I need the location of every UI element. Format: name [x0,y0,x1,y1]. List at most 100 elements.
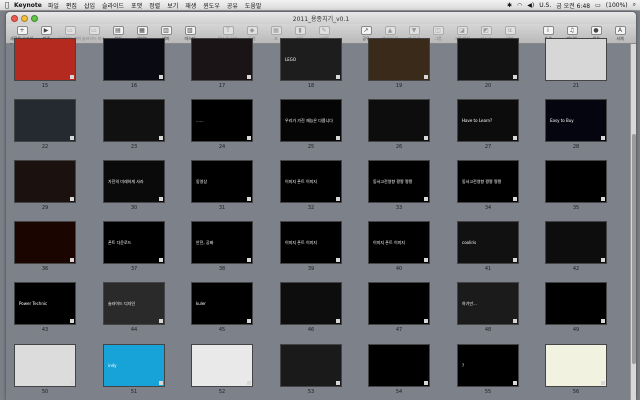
toolbar-middle-2-icon: ▦ [270,26,282,35]
slide-thumbnail-text: 하기만... [462,301,477,306]
slide-thumbnail[interactable]: 동서고전영향 짱짱 짱짱 [457,160,519,203]
slide-thumbnail[interactable] [368,282,430,325]
slide-thumbnail[interactable]: 우리가 가진 재능은 다릅니다 [280,99,342,142]
slide-thumbnail[interactable] [14,221,76,264]
slide-thumbnail[interactable]: 동영상 [191,160,253,203]
slide-thumbnail[interactable]: cooliris [457,221,519,264]
slide-corner-badge-icon [247,258,251,262]
toolbar-button-label: 서체 [616,36,624,41]
slide-thumbnail-text: 이미지 폰트 이미지 [285,240,317,245]
slide-thumbnail[interactable]: 하기만... [457,282,519,325]
toolbar-middle-1-icon: ◆ [246,26,258,35]
window-title: 2011_용종치기_v0.1 [292,15,350,23]
slide-thumbnail[interactable]: Easy to Buy [545,99,607,142]
slide-thumbnail[interactable] [280,282,342,325]
slide-number: 29 [41,205,49,211]
slide-thumbnail[interactable]: 안전, 공짜 [191,221,253,264]
volume-icon[interactable]: ◀) [527,2,534,9]
slide-thumbnail[interactable] [368,344,430,387]
slide-thumbnail[interactable]: 이미지 폰트 이미지 [280,160,342,203]
vertical-scrollbar[interactable] [630,44,636,400]
toolbar-arrange-2-icon: ▼ [408,26,420,35]
slide-corner-badge-icon [247,381,251,385]
slide-thumbnail[interactable] [457,38,519,81]
slide-corner-badge-icon [513,258,517,262]
slide-thumbnail[interactable] [368,99,430,142]
battery-icon[interactable]: ▭ [595,2,601,9]
menu-edit[interactable]: 편집 [66,1,77,10]
slide-thumbnail-text: 안전, 공짜 [196,240,214,245]
menu-share[interactable]: 공유 [227,1,238,10]
menu-bar:  Keynote 파일 편집 삽입 슬라이드 포맷 정렬 보기 재생 윈도우 … [0,0,640,11]
slide-thumbnail[interactable]: 이미지 폰트 이미지 [280,221,342,264]
slide-thumbnail[interactable] [14,38,76,81]
slide-number: 18 [307,83,315,89]
slide-thumbnail[interactable]: 폰트 다운로드 [103,221,165,264]
scrollbar-thumb[interactable] [632,134,636,364]
slide-number: 52 [218,389,226,395]
wifi-icon[interactable]: ◠ [517,2,522,9]
slide-thumbnail[interactable] [103,38,165,81]
toolbar-middle-0-icon: T [222,26,234,35]
menu-insert[interactable]: 삽입 [84,1,95,10]
slide-thumbnail-text: 이미지 폰트 이미지 [285,179,317,184]
spotlight-icon[interactable]: ⌕ [633,1,636,9]
slide-thumbnail[interactable]: Have to Learn? [457,99,519,142]
slide-thumbnail[interactable]: kuler [191,282,253,325]
toolbar-arrange-6-icon: α [504,26,516,35]
slide-thumbnail[interactable] [14,99,76,142]
slide-thumbnail-text: 이미지 폰트 이미지 [373,240,405,245]
slide-thumbnail[interactable]: 가진의 미래하게 사라 [103,160,165,203]
slide-number: 38 [218,266,226,272]
slide-thumbnail[interactable] [14,344,76,387]
battery-percent: (100%) [605,1,628,9]
toolbar-right-button-3[interactable]: A 서체 [608,26,632,42]
toolbar-left-3-icon: ▭ [88,26,100,35]
slide-thumbnail[interactable] [368,38,430,81]
slide-thumbnail[interactable]: ? [457,344,519,387]
slide-thumbnail[interactable] [14,160,76,203]
menu-file[interactable]: 파일 [48,1,59,10]
title-bar: 2011_용종치기_v0.1 [6,12,636,24]
slide-thumbnail[interactable] [545,160,607,203]
menu-view[interactable]: 보기 [167,1,178,10]
menu-play[interactable]: 재생 [185,1,196,10]
slide-thumbnail[interactable] [545,38,607,81]
slide-thumbnail[interactable]: 이미지 폰트 이미지 [368,221,430,264]
toolbar-left-1-icon: ▶ [40,26,52,35]
menu-slide[interactable]: 슬라이드 [102,1,124,10]
clock[interactable]: 금 오전 6:48 [556,1,590,10]
menu-arrange[interactable]: 정렬 [149,1,160,10]
slide-thumbnail[interactable]: ...... [191,99,253,142]
slide-number: 23 [130,144,138,150]
toolbar-arrange-3-icon: ◫ [432,26,444,35]
slide-corner-badge-icon [159,197,163,201]
slide-thumbnail[interactable]: 슬라이드 디자인 [103,282,165,325]
menu-window[interactable]: 윈도우 [203,1,220,10]
apple-menu-icon[interactable]:  [0,1,14,9]
slide-thumbnail[interactable]: LEGO [280,38,342,81]
slide-thumbnail-text: 동영상 [196,179,208,184]
slide-corner-badge-icon [336,381,340,385]
slide-thumbnail[interactable] [191,38,253,81]
app-menu[interactable]: Keynote [14,2,42,9]
slide-thumbnail[interactable] [545,344,607,387]
slide-thumbnail[interactable]: Power Technic [14,282,76,325]
slide-thumbnail[interactable]: 동서고전영향 짱짱 짱짱 [368,160,430,203]
slide-number: 31 [218,205,226,211]
slide-corner-badge-icon [247,197,251,201]
slide-thumbnail[interactable] [545,282,607,325]
slide-number: 36 [41,266,49,272]
slide-thumbnail[interactable] [103,99,165,142]
slide-thumbnail[interactable] [191,344,253,387]
bluetooth-icon[interactable]: ✱ [507,2,512,9]
slide-corner-badge-icon [424,381,428,385]
menu-help[interactable]: 도움말 [245,1,262,10]
menu-format[interactable]: 포맷 [131,1,142,10]
slide-corner-badge-icon [247,319,251,323]
input-source[interactable]: U.S. [539,2,551,9]
slide-thumbnail[interactable]: indy [103,344,165,387]
slide-thumbnail[interactable] [545,221,607,264]
slide-number: 20 [484,83,492,89]
slide-thumbnail[interactable] [280,344,342,387]
